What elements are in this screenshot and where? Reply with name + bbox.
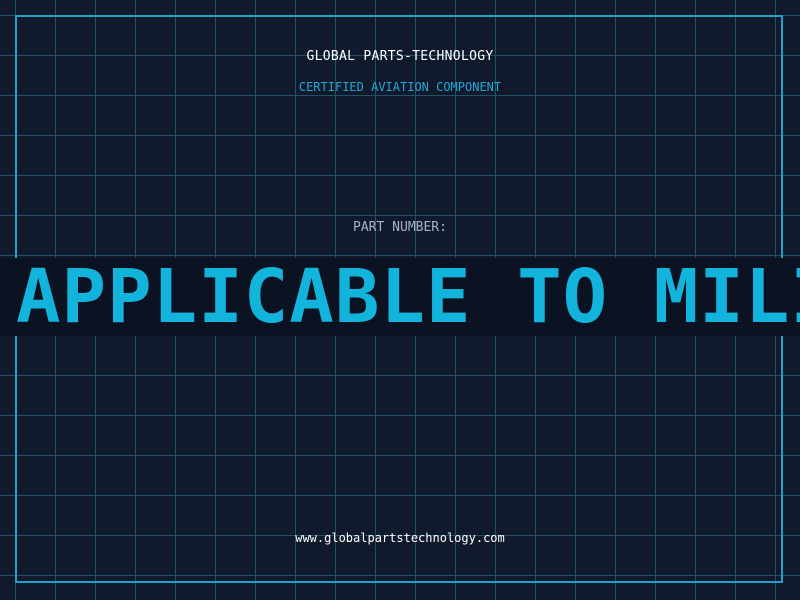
website-url: www.globalpartstechnology.com	[295, 531, 505, 545]
certification-subtitle: CERTIFIED AVIATION COMPONENT	[298, 80, 502, 94]
part-number-value: APPLICABLE TO MILI	[16, 258, 800, 336]
label-card: GLOBAL PARTS-TECHNOLOGY CERTIFIED AVIATI…	[0, 0, 800, 600]
brand-title: GLOBAL PARTS-TECHNOLOGY	[306, 49, 494, 64]
part-number-label: PART NUMBER:	[353, 220, 447, 235]
part-number-banner: APPLICABLE TO MILI	[0, 258, 800, 336]
